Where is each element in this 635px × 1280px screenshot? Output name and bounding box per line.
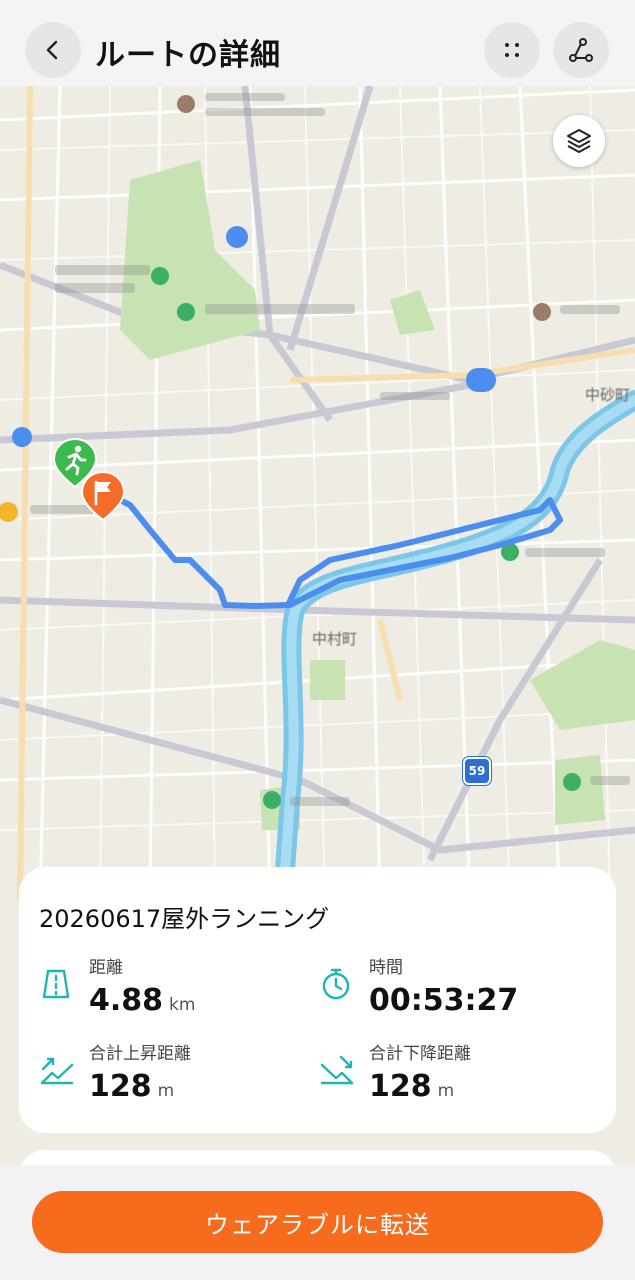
dots-grid-icon bbox=[505, 43, 519, 57]
route-icon bbox=[569, 38, 593, 62]
place-label-nakamura: 中村町 bbox=[312, 630, 358, 648]
stat-ascent-number: 128 bbox=[89, 1069, 152, 1104]
stopwatch-icon bbox=[322, 968, 350, 1000]
road-badge-59: 59 bbox=[463, 757, 491, 785]
workout-title: 20260617屋外ランニング bbox=[39, 905, 330, 933]
workout-summary-card: 20260617屋外ランニング 距離 4.88 km 時間 00:53:27 合計… bbox=[19, 867, 616, 1133]
page-title: ルートの詳細 bbox=[95, 38, 281, 73]
stat-ascent-unit: m bbox=[157, 1081, 175, 1101]
map-layers-button[interactable] bbox=[553, 115, 605, 167]
layers-icon bbox=[567, 129, 591, 153]
stat-time-label: 時間 bbox=[369, 958, 403, 978]
stat-descent-unit: m bbox=[437, 1081, 455, 1101]
ascent-icon bbox=[40, 1057, 74, 1085]
descent-icon bbox=[320, 1055, 354, 1085]
more-options-button[interactable] bbox=[484, 22, 540, 78]
end-marker bbox=[80, 470, 126, 526]
stat-distance-value: 4.88 km bbox=[89, 983, 195, 1018]
flag-icon bbox=[80, 470, 126, 522]
transfer-to-wearable-button[interactable]: ウェアラブルに転送 bbox=[32, 1191, 603, 1253]
stat-ascent-value: 128 m bbox=[89, 1069, 174, 1104]
stat-descent-label: 合計下降距離 bbox=[369, 1044, 471, 1064]
distance-icon bbox=[42, 969, 70, 999]
stat-ascent-label: 合計上昇距離 bbox=[89, 1044, 191, 1064]
top-app-bar: ルートの詳細 bbox=[0, 0, 635, 86]
chevron-left-icon bbox=[46, 40, 58, 60]
stat-distance-number: 4.88 bbox=[89, 983, 164, 1018]
stat-distance-unit: km bbox=[169, 995, 196, 1015]
place-label-nakasuna: 中砂町 bbox=[585, 386, 631, 404]
stat-descent-value: 128 m bbox=[369, 1069, 454, 1104]
back-button[interactable] bbox=[25, 22, 81, 78]
route-button[interactable] bbox=[553, 22, 609, 78]
stat-distance-label: 距離 bbox=[89, 958, 123, 978]
road-badge-number: 59 bbox=[468, 764, 486, 778]
stat-time-value: 00:53:27 bbox=[369, 983, 519, 1018]
stat-descent-number: 128 bbox=[369, 1069, 432, 1104]
